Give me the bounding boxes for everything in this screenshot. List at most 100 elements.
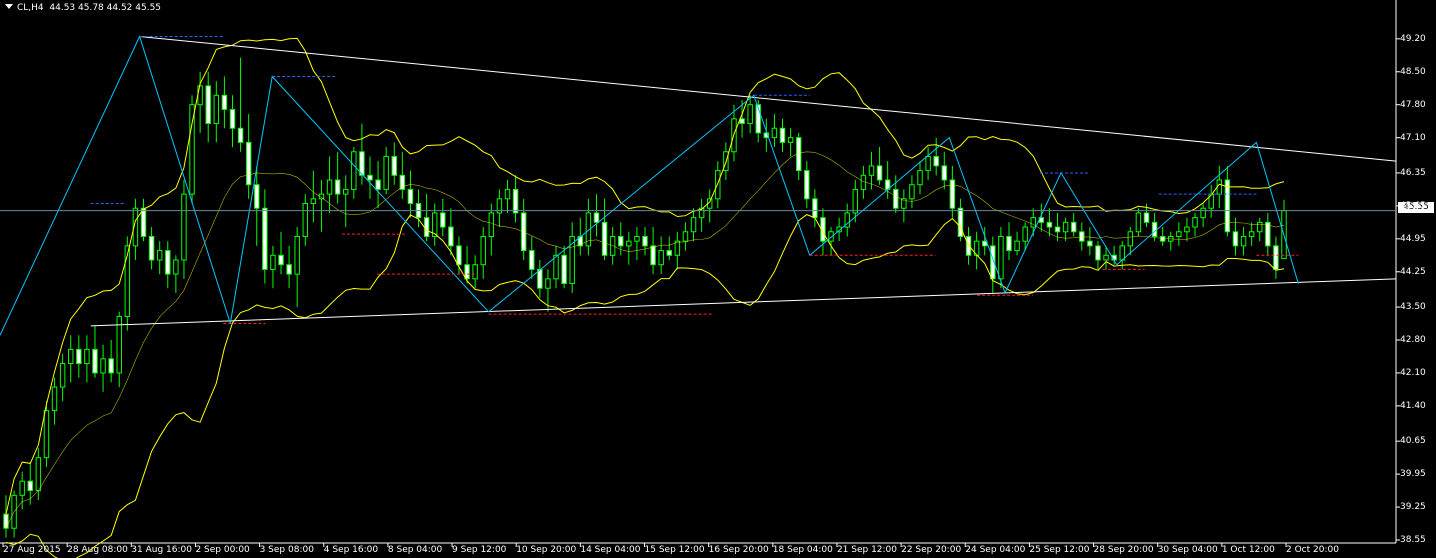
x-tick-label: 2 Sep 00:00 [195, 545, 250, 555]
candle-body [464, 264, 470, 280]
candle-body [1143, 212, 1150, 223]
candle-body [1030, 217, 1036, 228]
candle-body [626, 240, 632, 247]
candle-body [529, 250, 535, 270]
candle-body [642, 235, 648, 247]
candle-body [715, 170, 721, 200]
candle-body [270, 254, 276, 270]
candle-body [941, 165, 948, 181]
candle-body [197, 85, 203, 106]
candle-body [92, 348, 98, 374]
y-tick-label: 42.10 [1400, 367, 1426, 378]
candle-body [43, 410, 50, 459]
candle-body [310, 198, 317, 205]
candle-body [3, 513, 9, 529]
candle-body [1240, 235, 1247, 247]
candle-body [1248, 231, 1255, 237]
candle-body [1119, 245, 1125, 261]
x-tick-label: 24 Sep 04:00 [965, 545, 1026, 555]
candle-body [59, 363, 66, 388]
candle-body [618, 235, 624, 247]
candle-body [399, 174, 406, 190]
candle-body [156, 250, 163, 261]
candle-body [254, 184, 260, 209]
symbol-timeframe: CL,H4 [17, 3, 44, 13]
candle-body [893, 188, 899, 209]
candle-body [351, 151, 357, 190]
candle-body [237, 127, 244, 143]
chart-window[interactable]: CL,H4 44.53 45.78 44.52 45.55 45.55 49.2… [0, 0, 1436, 558]
x-tick-label: 16 Sep 20:00 [708, 545, 769, 555]
bollinger-upper [5, 37, 1285, 515]
x-tick-label: 14 Sep 04:00 [580, 545, 641, 555]
candle-body [1224, 179, 1231, 233]
candle-body [334, 179, 341, 195]
candle-body [480, 235, 486, 266]
x-tick-label: 22 Sep 20:00 [901, 545, 962, 555]
candle-body [407, 188, 414, 205]
price-plot[interactable] [0, 0, 1436, 558]
candle-body [213, 94, 220, 125]
candle-body [933, 155, 939, 167]
candle-body [852, 188, 859, 214]
candle-body [262, 207, 268, 270]
candle-body [1127, 231, 1134, 247]
y-tick-label: 44.25 [1400, 266, 1426, 277]
bollinger-middle [5, 151, 1285, 529]
candle-body [917, 170, 923, 186]
candle-body [342, 188, 349, 195]
candle-body [1014, 240, 1020, 252]
x-tick-label: 2 Oct 20:00 [1286, 545, 1339, 555]
candle-body [1070, 221, 1077, 233]
triangle-down-icon[interactable] [5, 4, 13, 9]
y-tick-label: 49.20 [1400, 33, 1426, 44]
candle-body [19, 480, 25, 496]
candle-body [593, 212, 600, 223]
candle-body [747, 104, 753, 125]
y-tick-label: 39.95 [1400, 469, 1426, 480]
x-tick-label: 4 Sep 16:00 [323, 545, 379, 555]
candle-body [1257, 221, 1263, 233]
y-tick-label: 41.40 [1400, 400, 1426, 411]
candle-body [876, 165, 883, 181]
y-tick-label: 47.10 [1400, 132, 1426, 143]
candle-body [1103, 254, 1109, 261]
candle-body [553, 254, 559, 280]
candle-body [1192, 217, 1198, 228]
y-tick-label: 42.80 [1400, 335, 1426, 345]
candle-body [868, 165, 875, 176]
y-tick-label: 46.35 [1400, 167, 1426, 178]
candle-body [423, 217, 430, 237]
candle-body [51, 386, 58, 412]
candle-body [1135, 212, 1142, 233]
x-tick-label: 27 Aug 2015 [3, 545, 61, 555]
candle-body [229, 108, 236, 129]
candle-body [294, 235, 300, 275]
candle-body [173, 259, 179, 275]
candle-body [488, 212, 495, 237]
x-tick-label: 15 Sep 12:00 [644, 545, 705, 555]
candle-body [690, 217, 697, 233]
candle-body [1046, 221, 1053, 228]
candle-body [1022, 226, 1028, 242]
candle-body [383, 155, 389, 190]
candle-body [601, 221, 608, 256]
candle-body [650, 245, 656, 266]
candle-body [909, 184, 915, 200]
candle-body [1265, 221, 1271, 247]
candle-body [100, 358, 106, 374]
candle-body [278, 254, 284, 266]
candle-body [787, 137, 794, 143]
candle-body [537, 268, 543, 289]
chart-title: CL,H4 44.53 45.78 44.52 45.55 [5, 3, 161, 13]
candle-body [440, 212, 446, 228]
candle-body [35, 457, 42, 492]
x-tick-label: 8 Sep 04:00 [387, 545, 443, 555]
x-tick-label: 18 Sep 04:00 [772, 545, 833, 555]
candle-body [67, 348, 74, 365]
candle-body [609, 235, 616, 256]
candle-body [1087, 240, 1093, 247]
candle-body [1006, 235, 1012, 252]
candle-body [1095, 245, 1101, 261]
candle-body [165, 250, 171, 275]
